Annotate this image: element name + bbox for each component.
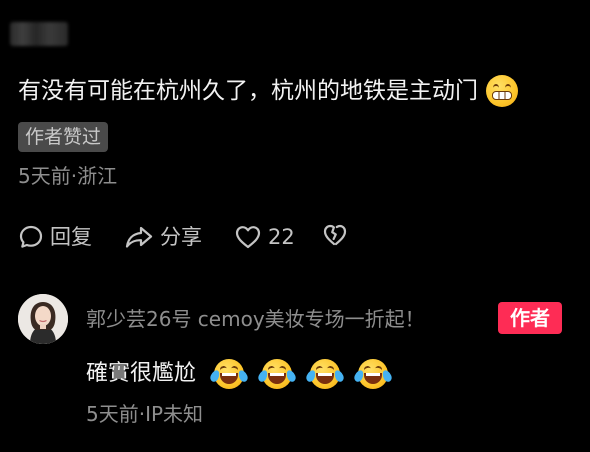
grinning-face-emoji-icon xyxy=(486,75,518,107)
share-arrow-icon xyxy=(125,226,153,248)
reply-text: 確實很尷尬 xyxy=(86,361,197,386)
reply-button[interactable]: 回复 xyxy=(18,222,92,252)
comment-body: 有没有可能在杭州久了，杭州的地铁是主动门 xyxy=(18,72,518,110)
rolling-laughing-emoji-icon xyxy=(304,359,346,389)
share-label: 分享 xyxy=(160,225,202,249)
reply-body: 確實很尷尬 xyxy=(86,356,394,392)
broken-heart-icon xyxy=(323,224,347,246)
reply-label: 回复 xyxy=(50,225,92,249)
rolling-laughing-emoji-icon xyxy=(208,359,250,389)
reply-bubble-icon xyxy=(19,225,43,248)
heart-icon xyxy=(235,226,261,249)
avatar-portrait-icon xyxy=(18,294,68,344)
blurred-username[interactable] xyxy=(10,22,68,46)
author-tag-badge: 作者 xyxy=(498,302,562,334)
reply-author-avatar[interactable] xyxy=(18,294,68,344)
share-button[interactable]: 分享 xyxy=(124,222,202,252)
comment-text: 有没有可能在杭州久了，杭州的地铁是主动门 xyxy=(18,78,478,104)
reply-author-name[interactable]: 郭少芸26号 cemoy美妆专场一折起！ xyxy=(86,304,425,334)
reply-meta: 5天前·IP未知 xyxy=(86,402,204,426)
author-liked-badge: 作者赞过 xyxy=(18,122,109,152)
rolling-laughing-emoji-icon xyxy=(256,359,298,389)
rolling-laughing-emoji-icon xyxy=(352,359,394,389)
like-button[interactable]: 22 xyxy=(234,222,295,252)
dislike-button[interactable] xyxy=(322,222,348,248)
like-count: 22 xyxy=(268,225,295,249)
comment-meta: 5天前·浙江 xyxy=(18,164,118,188)
